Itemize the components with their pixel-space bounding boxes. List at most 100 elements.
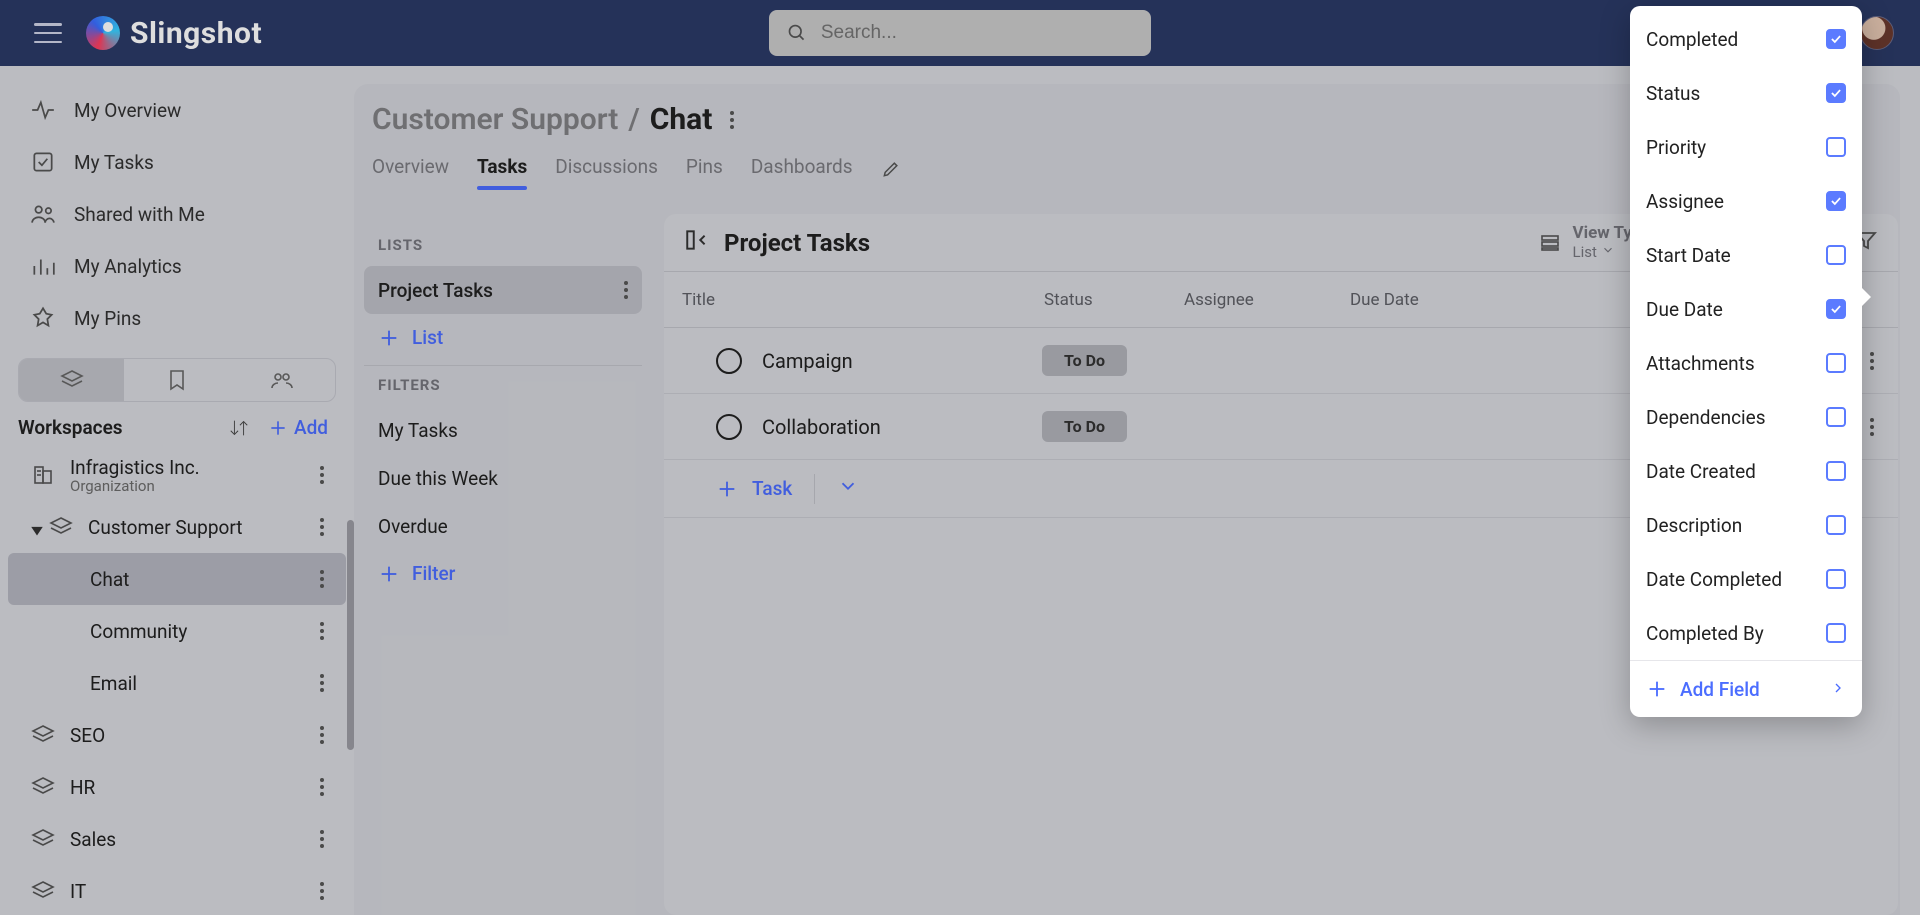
- checkbox[interactable]: [1826, 353, 1846, 373]
- add-workspace-button[interactable]: Add: [260, 412, 336, 443]
- users-icon: [270, 368, 294, 392]
- tab-pins[interactable]: Pins: [686, 155, 723, 188]
- nav-pins[interactable]: My Pins: [0, 292, 354, 344]
- row-more-icon[interactable]: [1870, 352, 1874, 370]
- add-label: Add: [294, 416, 328, 439]
- field-option-label: Status: [1646, 82, 1700, 105]
- nav-my-tasks[interactable]: My Tasks: [0, 136, 354, 188]
- nav-my-overview[interactable]: My Overview: [0, 84, 354, 136]
- workspace-more-icon[interactable]: [320, 778, 324, 796]
- field-option[interactable]: Date Completed: [1630, 552, 1862, 606]
- field-option[interactable]: Description: [1630, 498, 1862, 552]
- col-due-date[interactable]: Due Date: [1350, 290, 1650, 310]
- tab-discussions[interactable]: Discussions: [555, 155, 658, 188]
- filter-due-this-week[interactable]: Due this Week: [364, 454, 642, 502]
- field-option[interactable]: Completed By: [1630, 606, 1862, 660]
- field-option[interactable]: Status: [1630, 66, 1862, 120]
- workspace-more-icon[interactable]: [320, 882, 324, 900]
- workspace-more-icon[interactable]: [320, 518, 324, 536]
- field-option[interactable]: Completed: [1630, 12, 1862, 66]
- app-logo[interactable]: Slingshot: [86, 16, 262, 51]
- channel-more-icon[interactable]: [320, 622, 324, 640]
- status-badge[interactable]: To Do: [1042, 345, 1127, 376]
- checkbox[interactable]: [1826, 83, 1846, 103]
- checkbox[interactable]: [1826, 515, 1846, 535]
- sidebar-tab-workspaces[interactable]: [19, 359, 124, 401]
- checkbox[interactable]: [1826, 407, 1846, 427]
- field-option[interactable]: Due Date: [1630, 282, 1862, 336]
- workspace-more-icon[interactable]: [320, 830, 324, 848]
- field-option-label: Start Date: [1646, 244, 1731, 267]
- channel-more-icon[interactable]: [320, 674, 324, 692]
- filter-overdue[interactable]: Overdue: [364, 502, 642, 550]
- plus-icon: [716, 478, 738, 500]
- channel-more-icon[interactable]: [320, 570, 324, 588]
- complete-toggle[interactable]: [716, 414, 742, 440]
- sidebar-tab-members[interactable]: [230, 359, 335, 401]
- channel-email[interactable]: Email: [0, 657, 354, 709]
- workspace-seo[interactable]: SEO: [0, 709, 354, 761]
- workspace-sales[interactable]: Sales: [0, 813, 354, 865]
- logo-mark-icon: [86, 16, 120, 50]
- add-list-button[interactable]: List: [364, 314, 642, 361]
- col-assignee[interactable]: Assignee: [1184, 290, 1350, 310]
- field-option[interactable]: Start Date: [1630, 228, 1862, 282]
- field-option-label: Date Completed: [1646, 568, 1782, 591]
- add-task-dropdown[interactable]: [837, 475, 859, 502]
- tab-tasks[interactable]: Tasks: [477, 155, 527, 188]
- workspace-it[interactable]: IT: [0, 865, 354, 915]
- org-more-icon[interactable]: [320, 466, 324, 484]
- complete-toggle[interactable]: [716, 348, 742, 374]
- filter-label: Overdue: [378, 515, 448, 538]
- chevron-down-icon: [1601, 243, 1615, 257]
- field-option[interactable]: Date Created: [1630, 444, 1862, 498]
- checkbox[interactable]: [1826, 569, 1846, 589]
- col-status[interactable]: Status: [1044, 290, 1184, 310]
- checkbox[interactable]: [1826, 191, 1846, 211]
- workspace-org[interactable]: Infragistics Inc. Organization: [0, 449, 354, 501]
- checkbox[interactable]: [1826, 461, 1846, 481]
- field-option[interactable]: Assignee: [1630, 174, 1862, 228]
- add-task-label: Task: [752, 477, 792, 500]
- edit-tabs-button[interactable]: [881, 159, 901, 184]
- checkbox[interactable]: [1826, 299, 1846, 319]
- sort-icon[interactable]: [228, 417, 250, 439]
- add-filter-button[interactable]: Filter: [364, 550, 642, 597]
- breadcrumb-more-icon[interactable]: [730, 111, 734, 129]
- field-option[interactable]: Dependencies: [1630, 390, 1862, 444]
- breadcrumb-parent[interactable]: Customer Support: [372, 102, 618, 137]
- nav-label: My Tasks: [74, 151, 154, 174]
- sidebar-tab-bookmarks[interactable]: [124, 359, 229, 401]
- sidebar-scrollbar[interactable]: [347, 520, 354, 750]
- col-title[interactable]: Title: [664, 290, 1044, 310]
- field-option[interactable]: Attachments: [1630, 336, 1862, 390]
- checkbox[interactable]: [1826, 29, 1846, 49]
- nav-shared[interactable]: Shared with Me: [0, 188, 354, 240]
- field-option[interactable]: Priority: [1630, 120, 1862, 174]
- checkbox[interactable]: [1826, 623, 1846, 643]
- workspace-hr[interactable]: HR: [0, 761, 354, 813]
- global-search[interactable]: [769, 10, 1151, 56]
- nav-analytics[interactable]: My Analytics: [0, 240, 354, 292]
- row-more-icon[interactable]: [1870, 418, 1874, 436]
- user-avatar[interactable]: [1860, 16, 1894, 50]
- add-field-button[interactable]: Add Field: [1630, 661, 1862, 717]
- filter-my-tasks[interactable]: My Tasks: [364, 406, 642, 454]
- checkbox[interactable]: [1826, 137, 1846, 157]
- channel-chat[interactable]: Chat: [8, 553, 346, 605]
- channel-community[interactable]: Community: [0, 605, 354, 657]
- collapse-sidebar-button[interactable]: [684, 227, 710, 258]
- list-more-icon[interactable]: [624, 281, 628, 299]
- search-input[interactable]: [821, 22, 1133, 44]
- checkbox[interactable]: [1826, 245, 1846, 265]
- channel-label: Community: [90, 620, 187, 643]
- tab-overview[interactable]: Overview: [372, 155, 449, 188]
- list-project-tasks[interactable]: Project Tasks: [364, 266, 642, 314]
- status-badge[interactable]: To Do: [1042, 411, 1127, 442]
- workspace-more-icon[interactable]: [320, 726, 324, 744]
- layers-icon: [31, 879, 55, 903]
- menu-hamburger[interactable]: [34, 23, 62, 43]
- tab-dashboards[interactable]: Dashboards: [751, 155, 853, 188]
- expand-icon[interactable]: [30, 520, 44, 534]
- workspace-customer-support[interactable]: Customer Support: [0, 501, 354, 553]
